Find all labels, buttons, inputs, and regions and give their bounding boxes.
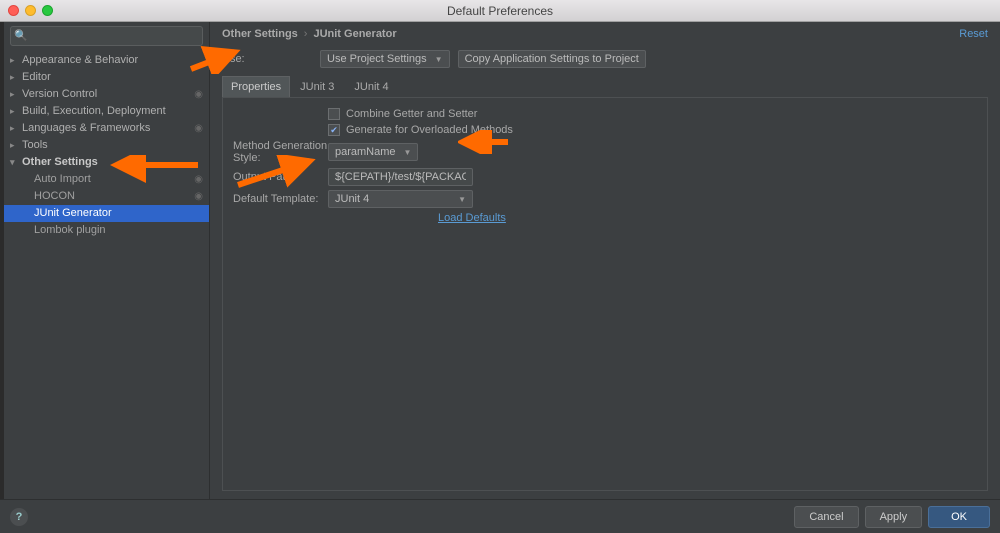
project-badge-icon: ◉ [194, 173, 203, 186]
chevron-down-icon: ▼ [458, 195, 466, 204]
sidebar-item-label: Lombok plugin [34, 224, 106, 237]
chevron-right-icon: ▸ [10, 122, 18, 135]
default-template-select[interactable]: JUnit 4 ▼ [328, 190, 473, 208]
breadcrumb-root: Other Settings [222, 28, 298, 40]
project-badge-icon: ◉ [194, 122, 203, 135]
sidebar-item-label: Editor [22, 71, 51, 84]
sidebar-junit-generator[interactable]: JUnit Generator [4, 205, 209, 222]
output-path-input[interactable] [328, 168, 473, 186]
use-select[interactable]: Use Project Settings ▼ [320, 50, 450, 68]
settings-main-panel: Other Settings › JUnit Generator Reset U… [209, 22, 1000, 499]
reset-link[interactable]: Reset [959, 28, 988, 40]
output-path-label: Output Path: [233, 171, 328, 183]
sidebar-item-label: Appearance & Behavior [22, 54, 138, 67]
sidebar-appearance[interactable]: ▸ Appearance & Behavior [4, 52, 209, 69]
sidebar-item-label: Build, Execution, Deployment [22, 105, 166, 118]
combine-getter-setter-label: Combine Getter and Setter [346, 108, 477, 120]
copy-settings-button[interactable]: Copy Application Settings to Project [458, 50, 646, 68]
sidebar-hocon[interactable]: HOCON ◉ [4, 188, 209, 205]
project-badge-icon: ◉ [194, 88, 203, 101]
titlebar: Default Preferences [0, 0, 1000, 22]
load-defaults-link[interactable]: Load Defaults [438, 212, 506, 224]
settings-tree: ▸ Appearance & Behavior ▸ Editor ▸ Versi… [4, 50, 209, 499]
chevron-right-icon: ▸ [10, 105, 18, 118]
chevron-right-icon: ▸ [10, 139, 18, 152]
sidebar-build-execution[interactable]: ▸ Build, Execution, Deployment [4, 103, 209, 120]
select-value: Use Project Settings [327, 53, 427, 65]
use-label: Use: [222, 53, 312, 65]
sidebar-item-label: Tools [22, 139, 48, 152]
sidebar-item-label: HOCON [34, 190, 75, 203]
breadcrumb-separator-icon: › [304, 28, 308, 40]
breadcrumb: Other Settings › JUnit Generator Reset [210, 22, 1000, 46]
combine-getter-setter-checkbox[interactable] [328, 108, 340, 120]
chevron-right-icon: ▸ [10, 54, 18, 67]
sidebar-item-label: Auto Import [34, 173, 91, 186]
tab-bar: Properties JUnit 3 JUnit 4 [222, 76, 988, 97]
sidebar-item-label: Version Control [22, 88, 97, 101]
settings-sidebar: 🔍 ▸ Appearance & Behavior ▸ Editor ▸ Ver… [4, 22, 209, 499]
chevron-right-icon: ▸ [10, 71, 18, 84]
sidebar-lombok-plugin[interactable]: Lombok plugin [4, 222, 209, 239]
project-badge-icon: ◉ [194, 190, 203, 203]
sidebar-tools[interactable]: ▸ Tools [4, 137, 209, 154]
ok-button[interactable]: OK [928, 506, 990, 528]
method-generation-label: Method Generation Style: [233, 140, 328, 164]
sidebar-auto-import[interactable]: Auto Import ◉ [4, 171, 209, 188]
help-button[interactable]: ? [10, 508, 28, 526]
tab-junit4[interactable]: JUnit 4 [344, 77, 398, 97]
default-template-label: Default Template: [233, 193, 328, 205]
breadcrumb-leaf: JUnit Generator [313, 28, 396, 40]
sidebar-item-label: Languages & Frameworks [22, 122, 150, 135]
tab-junit3[interactable]: JUnit 3 [290, 77, 344, 97]
sidebar-version-control[interactable]: ▸ Version Control ◉ [4, 86, 209, 103]
chevron-right-icon: ▸ [10, 88, 18, 101]
sidebar-item-label: Other Settings [22, 156, 98, 169]
generate-overloaded-checkbox[interactable] [328, 124, 340, 136]
chevron-down-icon: ▼ [435, 55, 443, 64]
search-icon: 🔍 [14, 29, 28, 42]
sidebar-item-label: JUnit Generator [34, 207, 112, 220]
select-value: paramName [335, 146, 396, 158]
sidebar-editor[interactable]: ▸ Editor [4, 69, 209, 86]
apply-button[interactable]: Apply [865, 506, 923, 528]
generate-overloaded-label: Generate for Overloaded Methods [346, 124, 513, 136]
dialog-footer: ? Cancel Apply OK [0, 499, 1000, 533]
search-input[interactable] [10, 26, 203, 46]
cancel-button[interactable]: Cancel [794, 506, 858, 528]
properties-tab-label: Properties [222, 76, 290, 97]
method-generation-select[interactable]: paramName ▼ [328, 143, 418, 161]
chevron-down-icon: ▼ [404, 148, 412, 157]
window-title: Default Preferences [0, 4, 1000, 18]
select-value: JUnit 4 [335, 193, 369, 205]
chevron-down-icon: ▾ [10, 156, 18, 169]
sidebar-languages-frameworks[interactable]: ▸ Languages & Frameworks ◉ [4, 120, 209, 137]
sidebar-other-settings[interactable]: ▾ Other Settings [4, 154, 209, 171]
properties-panel: Combine Getter and Setter Generate for O… [222, 97, 988, 491]
